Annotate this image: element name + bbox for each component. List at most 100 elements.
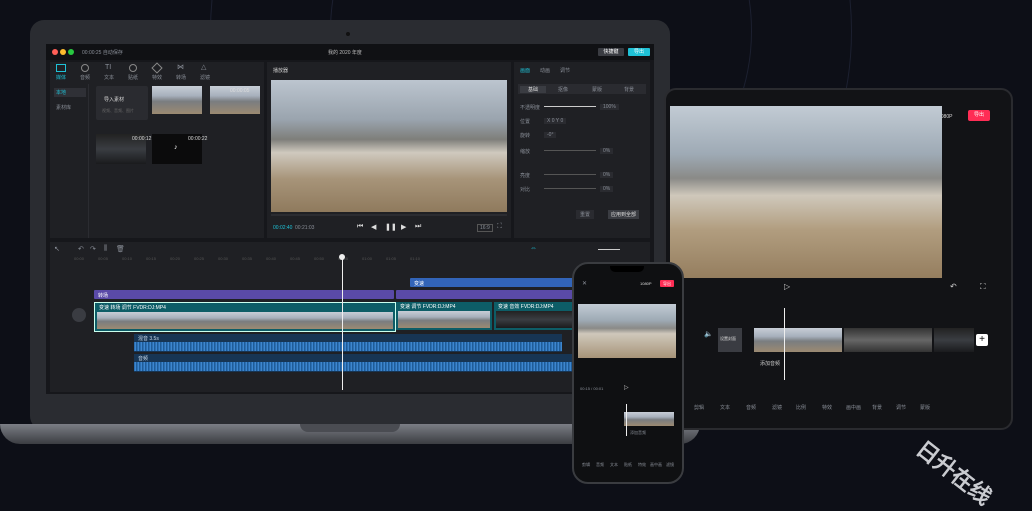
playhead-handle[interactable] bbox=[339, 254, 345, 260]
phone-export-button[interactable]: 导出 bbox=[660, 280, 674, 287]
subtab-background[interactable]: 背景 bbox=[624, 86, 634, 93]
phone-tool[interactable]: 剪辑 bbox=[582, 462, 590, 468]
fullscreen-icon[interactable]: ⛶ bbox=[497, 223, 502, 231]
close-window-button[interactable] bbox=[52, 49, 58, 55]
opacity-slider[interactable] bbox=[544, 106, 596, 107]
subtab-chroma[interactable]: 抠像 bbox=[558, 86, 568, 93]
phone-clip[interactable] bbox=[624, 412, 674, 426]
play-icon[interactable]: ▷ bbox=[784, 282, 790, 291]
phone-add-audio[interactable]: 添加音频 bbox=[630, 430, 646, 436]
tab-audio[interactable]: 音频 bbox=[80, 74, 90, 81]
filter-icon: △ bbox=[201, 64, 207, 71]
prop-value[interactable]: X 0 Y 0 bbox=[544, 118, 567, 124]
sidebar-item-local[interactable]: 本地 bbox=[54, 88, 86, 97]
prop-value[interactable]: -0° bbox=[544, 132, 557, 138]
skip-back-icon[interactable]: ⏮ bbox=[357, 223, 363, 231]
add-clip-button[interactable]: + bbox=[976, 334, 988, 346]
tool-edit[interactable]: 剪辑 bbox=[694, 404, 704, 411]
tab-sticker[interactable]: 贴纸 bbox=[128, 74, 138, 81]
step-forward-icon[interactable]: ▶ bbox=[401, 223, 406, 231]
minimize-window-button[interactable] bbox=[60, 49, 66, 55]
tool-ratio[interactable]: 比例 bbox=[796, 404, 806, 411]
tool-effects[interactable]: 特效 bbox=[822, 404, 832, 411]
aspect-ratio-button[interactable]: 16:9 bbox=[477, 224, 493, 232]
shortcut-button[interactable]: 快捷键 bbox=[598, 48, 624, 56]
apply-all-button[interactable]: 应用到全部 bbox=[608, 210, 640, 219]
tab-media[interactable]: 媒体 bbox=[56, 74, 66, 81]
reset-button[interactable]: 重置 bbox=[576, 210, 595, 219]
cover-button[interactable] bbox=[72, 308, 86, 322]
undo-icon[interactable]: ↶ bbox=[950, 282, 957, 291]
skip-forward-icon[interactable]: ⏭ bbox=[415, 223, 421, 231]
select-tool-icon[interactable]: ↖ bbox=[54, 245, 60, 253]
tool-filter[interactable]: 滤镜 bbox=[772, 404, 782, 411]
maximize-window-button[interactable] bbox=[68, 49, 74, 55]
undo-icon[interactable]: ↶ bbox=[78, 245, 84, 253]
phone-playhead[interactable] bbox=[626, 404, 627, 436]
tool-mask[interactable]: 蒙版 bbox=[920, 404, 930, 411]
scale-slider[interactable] bbox=[544, 150, 596, 151]
contrast-slider[interactable] bbox=[544, 188, 596, 189]
import-sublabel: 视频、音频、图片 bbox=[102, 108, 134, 113]
link-icon[interactable]: ⇔ bbox=[530, 245, 537, 252]
phone-tool[interactable]: 文本 bbox=[610, 462, 618, 468]
tool-audio[interactable]: 音频 bbox=[746, 404, 756, 411]
phone-resolution[interactable]: 1080P bbox=[640, 281, 652, 286]
effect-track[interactable]: 转场 bbox=[94, 290, 394, 299]
media-panel: 媒体 音频 文本 贴纸 特效 转场 滤镜 TI ⋈ △ 本地 素材库 导入素材 … bbox=[50, 62, 264, 238]
tab-picture[interactable]: 画面 bbox=[520, 67, 530, 74]
add-audio-button[interactable]: 添加音频 bbox=[760, 360, 780, 367]
mute-icon[interactable]: 🔈 bbox=[704, 330, 713, 338]
tablet-clip[interactable] bbox=[934, 328, 974, 352]
tab-filter[interactable]: 滤镜 bbox=[200, 74, 210, 81]
phone-tool[interactable]: 特效 bbox=[638, 462, 646, 468]
split-icon[interactable]: ⫼ bbox=[104, 245, 107, 253]
close-icon[interactable]: ✕ bbox=[582, 280, 587, 287]
tab-animation[interactable]: 动画 bbox=[540, 67, 550, 74]
tablet-clip[interactable] bbox=[754, 328, 842, 352]
fullscreen-icon[interactable]: ⛶ bbox=[980, 282, 986, 292]
tablet-export-button[interactable]: 导出 bbox=[968, 110, 990, 121]
pause-icon[interactable]: ❚❚ bbox=[385, 223, 397, 231]
media-clip[interactable] bbox=[152, 86, 202, 114]
tablet-playhead[interactable] bbox=[784, 308, 785, 380]
tool-adjust[interactable]: 调节 bbox=[896, 404, 906, 411]
subtab-mask[interactable]: 蒙版 bbox=[592, 86, 602, 93]
track-label: 音频 bbox=[138, 356, 149, 362]
brightness-slider[interactable] bbox=[544, 174, 596, 175]
cover-thumb[interactable]: 设置封面 bbox=[718, 328, 742, 352]
ruler-tick: 00:15 bbox=[146, 256, 157, 261]
tool-background[interactable]: 背景 bbox=[872, 404, 882, 411]
phone-tool[interactable]: 音频 bbox=[596, 462, 604, 468]
redo-icon[interactable]: ↷ bbox=[90, 245, 96, 253]
delete-icon[interactable]: 🗑 bbox=[116, 245, 125, 253]
audio-track[interactable]: 混音 3.5s bbox=[134, 334, 562, 352]
tool-text[interactable]: 文本 bbox=[720, 404, 730, 411]
prop-value[interactable]: 0% bbox=[600, 186, 614, 192]
phone-tool[interactable]: 画中画 bbox=[650, 462, 662, 468]
player-progress[interactable] bbox=[271, 214, 507, 216]
prop-value[interactable]: 0% bbox=[600, 148, 614, 154]
tab-effects[interactable]: 特效 bbox=[152, 74, 162, 81]
tab-text[interactable]: 文本 bbox=[104, 74, 114, 81]
import-button[interactable]: 导入素材 视频、音频、图片 bbox=[96, 86, 148, 120]
zoom-slider[interactable] bbox=[598, 249, 620, 250]
tab-transition[interactable]: 转场 bbox=[176, 74, 186, 81]
ruler-tick: 01:05 bbox=[386, 256, 397, 261]
step-back-icon[interactable]: ◀ bbox=[371, 223, 376, 231]
play-icon[interactable]: ▷ bbox=[624, 384, 629, 391]
tablet-clip[interactable] bbox=[844, 328, 932, 352]
ruler-tick: 00:50 bbox=[314, 256, 325, 261]
main-video-track[interactable]: 变速 调节 FVDR:DJ:MP4 bbox=[396, 302, 492, 330]
export-button[interactable]: 导出 bbox=[628, 48, 650, 56]
playhead[interactable] bbox=[342, 256, 343, 390]
subtab-basic[interactable]: 基础 bbox=[520, 86, 546, 93]
prop-value[interactable]: 0% bbox=[600, 172, 614, 178]
phone-tool[interactable]: 滤镜 bbox=[666, 462, 674, 468]
tool-pip[interactable]: 画中画 bbox=[846, 404, 861, 411]
main-video-track[interactable]: 变速 转场 调节 FVDR:DJ:MP4 bbox=[94, 302, 396, 332]
tab-adjust[interactable]: 调节 bbox=[560, 67, 570, 74]
prop-value[interactable]: 100% bbox=[600, 104, 619, 110]
phone-tool[interactable]: 贴纸 bbox=[624, 462, 632, 468]
sidebar-item-library[interactable]: 素材库 bbox=[56, 104, 71, 111]
